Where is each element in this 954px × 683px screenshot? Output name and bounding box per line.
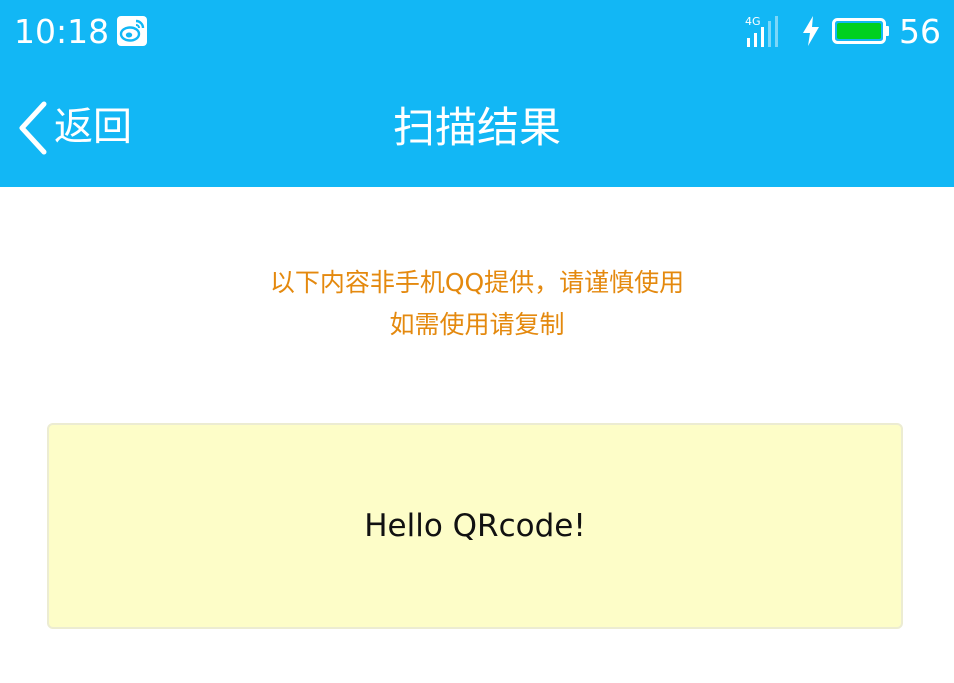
weibo-icon [117, 16, 147, 46]
nav-bar: 返回 扫描结果 [0, 64, 954, 187]
status-time: 10:18 [14, 12, 110, 51]
charging-bolt-icon [803, 16, 819, 46]
page-title: 扫描结果 [392, 103, 561, 152]
scan-result-box[interactable]: Hello QRcode! [47, 423, 903, 629]
scan-result-text[interactable]: Hello QRcode! [364, 506, 586, 546]
battery-icon [832, 18, 889, 44]
notice-line-2: 如需使用请复制 [389, 310, 565, 339]
signal-4g-icon: 4G [745, 15, 778, 47]
network-type-label: 4G [745, 15, 761, 28]
battery-level: 56 [899, 12, 941, 51]
status-bar: 10:18 4G 56 [0, 0, 954, 64]
notice-line-1: 以下内容非手机QQ提供，请谨慎使用 [269, 268, 685, 297]
third-party-notice: 以下内容非手机QQ提供，请谨慎使用 如需使用请复制 [0, 262, 954, 346]
header: 10:18 4G 56 返回 扫描结果 [0, 0, 954, 187]
